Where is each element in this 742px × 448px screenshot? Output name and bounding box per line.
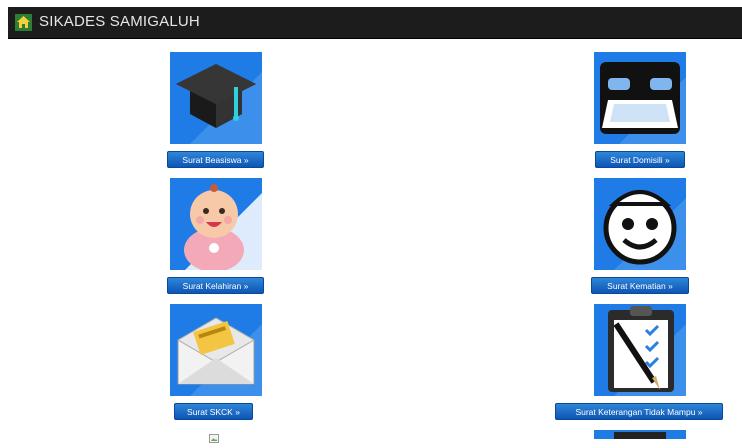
surat-domisili-button[interactable]: Surat Domisili » xyxy=(595,151,685,168)
baby-icon xyxy=(170,178,262,270)
tile-domisili[interactable] xyxy=(594,52,686,144)
tile-kematian[interactable] xyxy=(594,178,686,270)
surat-kematian-button[interactable]: Surat Kematian » xyxy=(591,277,689,294)
tile-skck[interactable] xyxy=(170,304,262,396)
graduation-cap-icon xyxy=(170,52,262,144)
app-title[interactable]: SIKADES SAMIGALUH xyxy=(39,13,200,30)
tile-next-partial[interactable] xyxy=(594,430,686,439)
surat-skck-button[interactable]: Surat SKCK » xyxy=(174,403,253,420)
tile-kelahiran[interactable] xyxy=(170,178,262,270)
village-logo-icon[interactable] xyxy=(15,14,32,31)
bed-icon xyxy=(594,52,686,144)
tile-keterangan-tidak-mampu[interactable] xyxy=(594,304,686,396)
clipboard-checklist-icon xyxy=(594,304,686,396)
tile-beasiswa[interactable] xyxy=(170,52,262,144)
broken-image-icon xyxy=(209,430,219,443)
surat-kelahiran-button[interactable]: Surat Kelahiran » xyxy=(167,277,264,294)
envelope-icon xyxy=(170,304,262,396)
face-icon xyxy=(594,178,686,270)
surat-keterangan-tidak-mampu-button[interactable]: Surat Keterangan Tidak Mampu » xyxy=(555,403,723,420)
surat-beasiswa-button[interactable]: Surat Beasiswa » xyxy=(167,151,264,168)
top-navbar: SIKADES SAMIGALUH xyxy=(8,7,742,39)
